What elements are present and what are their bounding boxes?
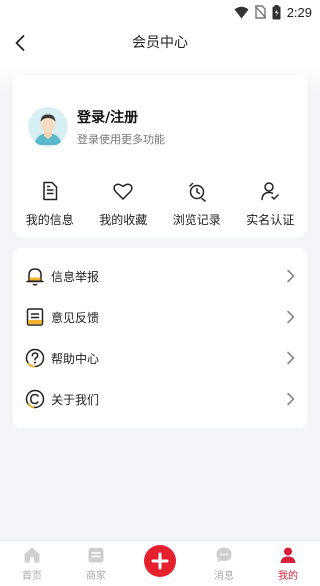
message-icon	[216, 547, 232, 563]
quick-my-info[interactable]: 我的信息	[13, 180, 87, 232]
history-icon	[189, 182, 206, 202]
tab-mine[interactable]: 我的	[256, 541, 320, 586]
menu-label-help: 帮助中心	[51, 352, 100, 366]
menu-item-about[interactable]: 关于我们	[13, 379, 307, 419]
quick-actions: 我的信息 我的收藏 浏览记录 实名认证	[13, 180, 307, 232]
tab-mine-label: 我的	[278, 571, 298, 582]
menu-item-help[interactable]: 帮助中心	[13, 338, 307, 378]
status-bar: 2:29	[0, 0, 320, 24]
quick-my-favorites[interactable]: 我的收藏	[87, 180, 161, 232]
home-icon	[24, 547, 40, 563]
feedback-icon	[26, 308, 44, 326]
no-sim-icon	[254, 5, 266, 19]
user-verify-icon	[261, 182, 279, 201]
post-button[interactable]	[144, 545, 176, 577]
tab-home-label: 首页	[22, 571, 42, 582]
page-title: 会员中心	[132, 35, 188, 51]
copyright-icon	[25, 389, 45, 409]
chevron-right-icon	[287, 351, 295, 365]
person-icon	[280, 547, 296, 563]
wifi-icon	[234, 6, 249, 18]
menu-label-report: 信息举报	[51, 270, 100, 284]
heart-icon	[113, 183, 133, 200]
quick-real-name-auth[interactable]: 实名认证	[234, 180, 308, 232]
chevron-right-icon	[287, 392, 295, 406]
avatar[interactable]	[28, 107, 68, 147]
tab-home[interactable]: 首页	[0, 541, 64, 586]
tab-merchant-label: 商家	[86, 571, 106, 582]
login-subtitle: 登录使用更多功能	[77, 133, 165, 146]
profile-card: 登录/注册 登录使用更多功能 我的信息 我的收藏 浏览记录 实名认证	[13, 75, 307, 237]
plus-icon	[151, 552, 169, 570]
menu-item-feedback[interactable]: 意见反馈	[13, 297, 307, 337]
battery-icon	[272, 4, 281, 19]
menu-item-report[interactable]: 信息举报	[13, 256, 307, 296]
tab-messages[interactable]: 消息	[192, 541, 256, 586]
tab-messages-label: 消息	[214, 571, 234, 582]
quick-real-name-auth-label: 实名认证	[246, 213, 295, 227]
question-icon	[25, 348, 45, 368]
quick-browse-history[interactable]: 浏览记录	[160, 180, 234, 232]
login-register-link[interactable]: 登录/注册	[77, 107, 138, 127]
chevron-right-icon	[287, 310, 295, 324]
status-icons: 2:29	[234, 3, 312, 21]
quick-my-info-label: 我的信息	[25, 213, 74, 227]
top-bar: 会员中心	[0, 24, 320, 62]
bell-icon	[26, 268, 44, 286]
default-avatar-icon	[28, 107, 68, 147]
menu-label-feedback: 意见反馈	[51, 311, 100, 325]
menu-label-about: 关于我们	[51, 393, 100, 407]
chevron-right-icon	[287, 269, 295, 283]
store-icon	[88, 548, 104, 563]
quick-my-favorites-label: 我的收藏	[99, 213, 148, 227]
menu-card: 信息举报 意见反馈 帮助中心 关于我们	[13, 248, 307, 428]
quick-browse-history-label: 浏览记录	[172, 213, 221, 227]
status-time: 2:29	[286, 4, 312, 20]
document-icon	[43, 181, 57, 201]
tab-merchant[interactable]: 商家	[64, 541, 128, 586]
